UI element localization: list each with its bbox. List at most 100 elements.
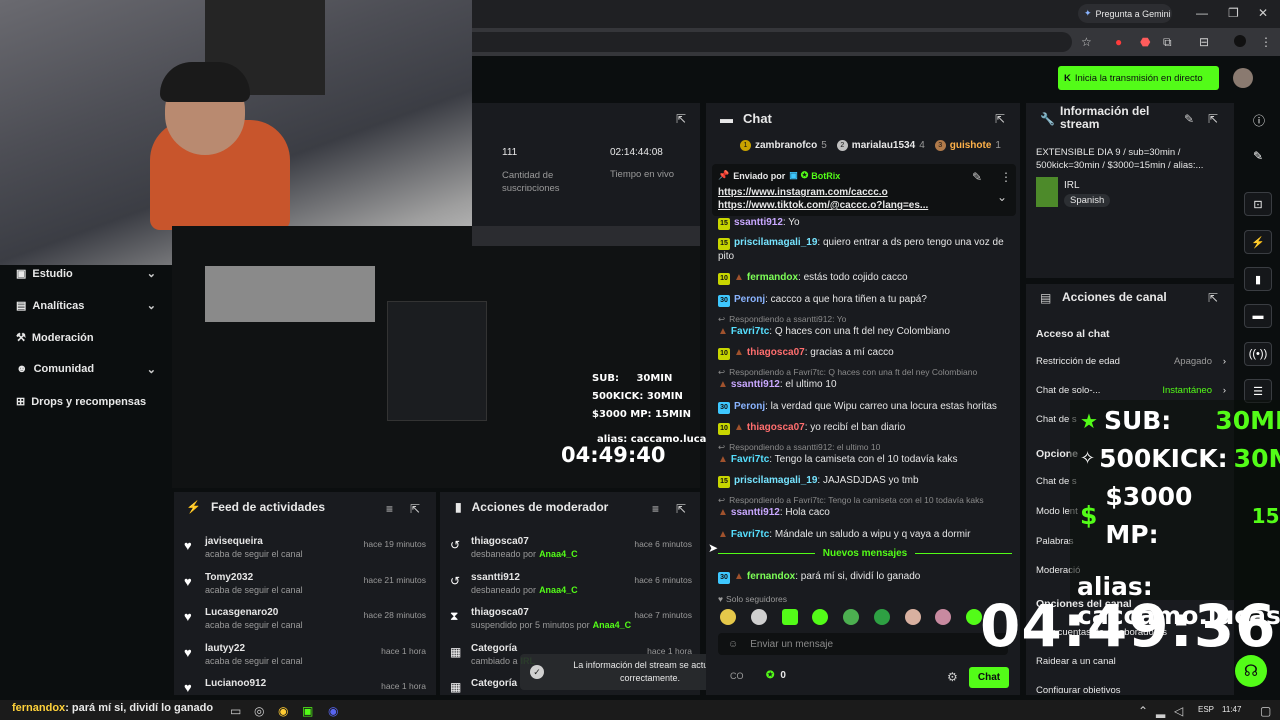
lightning-icon[interactable]: ⚡ — [1244, 230, 1272, 254]
bookmark-star-icon[interactable]: ☆ — [1081, 35, 1092, 49]
emote-8-icon[interactable] — [935, 609, 952, 625]
reply-context[interactable]: ↩ Respondiendo a Favri7tc: Tengo la camis… — [718, 495, 984, 506]
chat-username[interactable]: Favri7tc — [731, 326, 769, 337]
extension-red-icon[interactable]: ● — [1115, 35, 1122, 49]
chat-message[interactable]: 10 ▲ thiagosca07: yo recibí el ban diario — [718, 421, 1008, 435]
sidebar-item-comunidad[interactable]: ☻ Comunidad ⌄ — [16, 363, 156, 376]
chat-message[interactable]: ▲ ssantti912: el ultimo 10 — [718, 378, 1008, 392]
chat-username[interactable]: ssantti912 — [731, 379, 780, 390]
feed-item[interactable]: ♥ javisequeira acaba de seguir el canal hac… — [184, 536, 426, 570]
gear-icon[interactable]: ⚙ — [947, 670, 958, 684]
chevron-down-icon[interactable]: ⌄ — [997, 190, 1007, 204]
kebab-icon[interactable]: ⋮ — [1000, 170, 1012, 184]
new-messages-divider[interactable]: Nuevos mensajes — [718, 548, 1012, 559]
top-gifter-3[interactable]: 3 guishote 1 — [934, 140, 1001, 151]
top-gifter-1[interactable]: 1 zambranofco 5 — [740, 140, 827, 151]
tab-search-icon[interactable]: ⊟ — [1199, 35, 1209, 49]
maximize-icon[interactable]: ❐ — [1228, 6, 1239, 20]
chat-username[interactable]: Peronj — [734, 401, 765, 412]
popout-icon[interactable]: ⇱ — [676, 112, 686, 126]
sidebar-item-estudio[interactable]: ▣ Estudio ⌄ — [16, 267, 156, 280]
chat-message[interactable]: 30 ▲ fernandox: pará mí si, dividí lo gana… — [718, 570, 1008, 584]
mod-action-item[interactable]: ⧗ thiagosca07 suspendido por 5 minutos por… — [450, 607, 692, 641]
reply-context[interactable]: ↩ Respondiendo a ssantti912: el ultimo 10 — [718, 442, 880, 453]
chat-message[interactable]: 15 priscilamagali_19: quiero entrar a ds … — [718, 236, 1008, 264]
taskbar-app-4-icon[interactable]: ▣ — [302, 704, 313, 718]
filter-icon[interactable]: ≡ — [652, 502, 659, 516]
mod-action-item[interactable]: ↺ thiagosca07 desbaneado por Anaa4_C hace 6 … — [450, 536, 692, 570]
chat-input[interactable]: ☺ Enviar un mensaje — [718, 633, 1008, 655]
message-icon[interactable]: ▬ — [1244, 304, 1272, 328]
chat-message[interactable]: 15 priscilamagali_19: JAJASDJDAS yo tmb — [718, 474, 1008, 488]
feed-item[interactable]: ♥ lautyy22 acaba de seguir el canal hace 1 … — [184, 643, 426, 677]
chat-username[interactable]: Favri7tc — [731, 529, 769, 540]
chat-username[interactable]: ssantti912 — [731, 507, 780, 518]
mod-by[interactable]: Anaa4_C — [539, 585, 578, 595]
popout-icon[interactable]: ⇱ — [995, 112, 1005, 126]
close-icon[interactable]: ✕ — [1258, 6, 1268, 20]
top-gifter-2[interactable]: 2 marialau1534 4 — [836, 140, 925, 151]
clock[interactable]: 11:47 — [1222, 705, 1241, 714]
chat-username[interactable]: thiagosca07 — [747, 347, 805, 358]
chat-message[interactable]: 30 Peronj: caccco a que hora tiñen a tu p… — [718, 293, 1008, 307]
emoji-icon[interactable]: ☺ — [728, 639, 738, 650]
taskbar-app-1-icon[interactable]: ▭ — [230, 704, 241, 718]
goals-row[interactable]: Configurar objetivos — [1036, 685, 1121, 693]
reply-context[interactable]: ↩ Respondiendo a Favri7tc: Q haces con un… — [718, 367, 977, 378]
chat-username[interactable]: priscilamagali_19 — [734, 475, 817, 486]
mod-by[interactable]: Anaa4_C — [539, 549, 578, 559]
go-live-button[interactable]: K Inicia la transmisión en directo — [1058, 66, 1219, 90]
pinned-link-1[interactable]: https://www.instagram.com/caccc.o — [718, 187, 888, 198]
filter-icon[interactable]: ≡ — [386, 502, 393, 516]
profile-icon[interactable] — [1234, 35, 1246, 47]
info-icon[interactable]: ⓘ — [1253, 112, 1265, 129]
emote-1-icon[interactable] — [720, 609, 736, 625]
wifi-icon[interactable]: ▂ — [1156, 704, 1165, 718]
chat-send-button[interactable]: Chat — [969, 667, 1009, 688]
support-chat-button[interactable]: ☊ — [1235, 655, 1267, 687]
chat-username[interactable]: thiagosca07 — [747, 422, 805, 433]
banned-words-row[interactable]: Palabras — [1036, 536, 1074, 547]
emote-7-icon[interactable] — [904, 609, 921, 625]
tray-up-icon[interactable]: ⌃ — [1138, 704, 1148, 718]
minimize-icon[interactable]: — — [1196, 6, 1208, 20]
emote-4-icon[interactable] — [812, 609, 829, 625]
chat-username[interactable]: Peronj — [734, 294, 765, 305]
chat-message[interactable]: ▲ Favri7tc: Mándale un saludo a wipu y q … — [718, 528, 1008, 542]
avatar[interactable] — [1233, 68, 1253, 88]
chrome-icon[interactable]: ◉ — [278, 704, 288, 718]
menu-kebab-icon[interactable]: ⋮ — [1260, 35, 1272, 49]
language-indicator[interactable]: ESP — [1198, 705, 1214, 714]
kick-points[interactable]: ✪ 0 — [766, 670, 786, 681]
chat-message[interactable]: 30 Peronj: la verdad que Wipu carreo una … — [718, 400, 1008, 414]
taskbar-app-2-icon[interactable]: ◎ — [254, 704, 264, 718]
camera-focus-icon[interactable]: ⊡ — [1244, 192, 1272, 216]
gemini-button[interactable]: ✦ Pregunta a Gemini — [1078, 4, 1172, 23]
pin-toggle-icon[interactable]: ✎ — [972, 170, 982, 184]
chat-username[interactable]: ssantti912 — [734, 217, 783, 228]
reply-context[interactable]: ↩ Respondiendo a ssantti912: Yo — [718, 314, 846, 325]
chat-message[interactable]: ▲ Favri7tc: Tengo la camiseta con el 10 t… — [718, 453, 1008, 467]
chat-message[interactable]: 10 ▲ fermandox: estás todo cojido cacco — [718, 271, 1008, 285]
popout-icon[interactable]: ⇱ — [410, 502, 420, 516]
emote-5-icon[interactable] — [843, 609, 859, 625]
popout-icon[interactable]: ⇱ — [1208, 112, 1218, 126]
extensions-puzzle-icon[interactable]: ⧉ — [1163, 35, 1172, 50]
feed-item[interactable]: ♥ Tomy2032 acaba de seguir el canal hace 21… — [184, 572, 426, 606]
trash-icon[interactable]: ▮ — [1244, 267, 1272, 291]
emote-6-icon[interactable] — [873, 609, 890, 625]
pinned-link-2[interactable]: https://www.tiktok.com/@caccc.o?lang=es.… — [718, 200, 928, 211]
mod-by[interactable]: Anaa4_C — [593, 620, 632, 630]
address-bar[interactable] — [472, 32, 1072, 52]
volume-icon[interactable]: ◁ — [1174, 704, 1183, 718]
emote-3-icon[interactable] — [781, 609, 798, 625]
popout-icon[interactable]: ⇱ — [676, 502, 686, 516]
popout-icon[interactable]: ⇱ — [1208, 291, 1218, 305]
pen-icon[interactable]: ✎ — [1253, 149, 1263, 163]
sidebar-item-moderacion[interactable]: ⚒ Moderación — [16, 331, 156, 344]
sidebar-item-drops[interactable]: ⊞ Drops y recompensas — [16, 395, 176, 408]
chat-message[interactable]: ▲ Favri7tc: Q haces con una ft del ney Co… — [718, 325, 1008, 339]
chat-username[interactable]: priscilamagali_19 — [734, 237, 817, 248]
broadcast-icon[interactable]: ((•)) — [1244, 342, 1272, 366]
chat-message[interactable]: 15 ssantti912: Yo — [718, 216, 1008, 230]
